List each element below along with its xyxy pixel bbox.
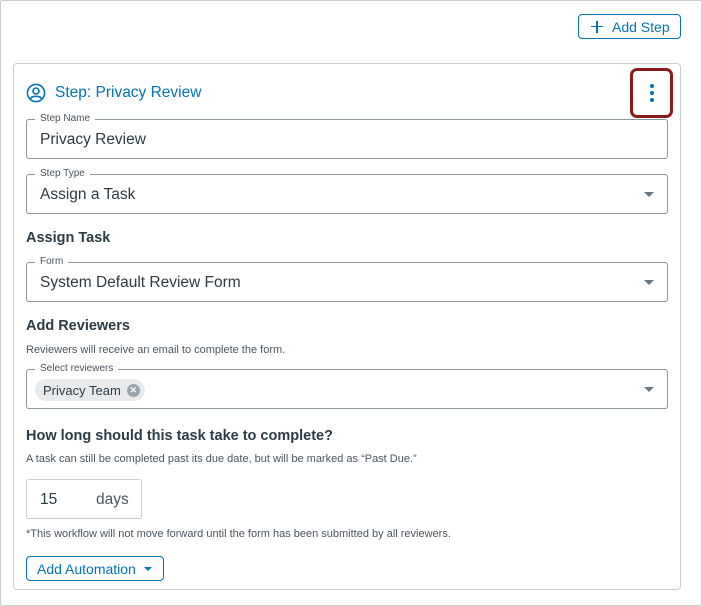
reviewer-tag: Privacy Team ✕ xyxy=(35,379,145,401)
kebab-dot xyxy=(649,98,654,102)
reviewers-label: Select reviewers xyxy=(35,363,119,375)
duration-input[interactable]: 15 days xyxy=(26,479,142,519)
add-automation-button[interactable]: Add Automation xyxy=(26,556,164,581)
step-card: Step: Privacy Review Step Name Privacy R… xyxy=(13,63,681,590)
workflow-note: *This workflow will not move forward unt… xyxy=(26,528,451,540)
chevron-down-icon xyxy=(143,566,152,571)
caret-down-icon xyxy=(644,387,654,392)
add-reviewers-heading: Add Reviewers xyxy=(26,318,130,334)
duration-helper-text: A task can still be completed past its d… xyxy=(26,453,417,465)
form-value: System Default Review Form xyxy=(40,274,241,291)
assign-task-heading: Assign Task xyxy=(26,230,111,246)
duration-unit: days xyxy=(96,491,129,508)
reviewers-helper-text: Reviewers will receive an email to compl… xyxy=(26,344,286,356)
step-type-select[interactable]: Step Type Assign a Task xyxy=(26,168,668,214)
form-label: Form xyxy=(35,256,69,268)
duration-value: 15 xyxy=(40,491,58,508)
kebab-dot xyxy=(649,91,654,95)
add-automation-label: Add Automation xyxy=(37,560,136,577)
user-circle-icon xyxy=(26,83,46,103)
step-type-value: Assign a Task xyxy=(40,186,136,203)
step-name-value: Privacy Review xyxy=(40,131,146,148)
caret-down-icon xyxy=(644,192,654,197)
reviewer-tag-label: Privacy Team xyxy=(43,382,121,398)
add-step-label: Add Step xyxy=(612,18,670,35)
kebab-menu-icon xyxy=(649,84,654,88)
step-name-label: Step Name xyxy=(35,113,96,125)
step-type-label: Step Type xyxy=(35,168,90,180)
reviewers-select[interactable]: Select reviewers Privacy Team ✕ xyxy=(26,363,668,409)
step-options-button[interactable] xyxy=(630,68,673,118)
plus-icon xyxy=(591,20,603,33)
form-select[interactable]: Form System Default Review Form xyxy=(26,256,668,302)
step-name-field[interactable]: Step Name Privacy Review xyxy=(26,113,668,159)
step-header: Step: Privacy Review xyxy=(26,83,201,103)
duration-heading: How long should this task take to comple… xyxy=(26,428,333,444)
workflow-panel: Add Step Step: Privacy Review Step Name … xyxy=(0,0,702,606)
remove-tag-icon[interactable]: ✕ xyxy=(126,383,140,397)
step-title: Step: Privacy Review xyxy=(55,84,202,101)
add-step-button[interactable]: Add Step xyxy=(578,14,681,39)
caret-down-icon xyxy=(644,280,654,285)
